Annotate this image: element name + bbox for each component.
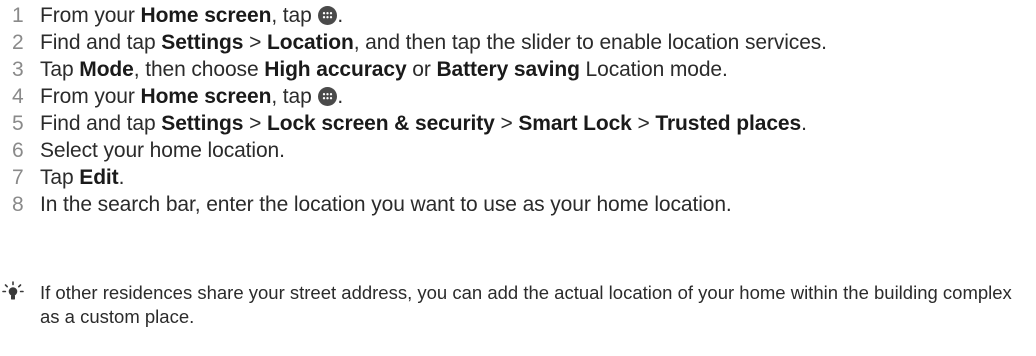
- step-item: 5 Find and tap Settings > Lock screen & s…: [0, 110, 1036, 137]
- step-item: 8 In the search bar, enter the location y…: [0, 191, 1036, 218]
- step-fragment: In the search bar, enter the location yo…: [40, 193, 732, 216]
- step-text: In the search bar, enter the location yo…: [40, 191, 1036, 218]
- step-keyword: Lock screen & security: [266, 112, 495, 135]
- step-number: 8: [12, 193, 24, 216]
- step-keyword: Settings: [161, 112, 244, 135]
- step-number: 3: [12, 58, 24, 81]
- step-keyword: Edit: [79, 166, 119, 189]
- step-text: From your Home screen, tap .: [40, 83, 1036, 110]
- step-fragment: From your: [40, 85, 141, 108]
- step-number: 1: [12, 4, 24, 27]
- step-text: From your Home screen, tap .: [40, 2, 1036, 29]
- step-number: 2: [12, 31, 24, 54]
- step-fragment: >: [243, 112, 267, 135]
- step-fragment: >: [494, 112, 519, 135]
- step-item: 3 Tap Mode, then choose High accuracy or …: [0, 56, 1036, 83]
- step-fragment: Find and tap: [40, 112, 162, 135]
- lightbulb-icon: [0, 281, 40, 308]
- step-fragment: Find and tap: [40, 31, 162, 54]
- step-keyword: Home screen: [140, 85, 272, 108]
- step-fragment: , tap: [271, 4, 318, 27]
- step-keyword: Trusted places: [655, 112, 802, 135]
- step-keyword: High accuracy: [264, 58, 407, 81]
- step-fragment: Tap: [40, 166, 80, 189]
- step-keyword: Location: [266, 31, 354, 54]
- step-keyword: Mode: [79, 58, 134, 81]
- apps-icon: [318, 6, 338, 25]
- apps-icon: [318, 87, 338, 106]
- step-fragment: .: [801, 112, 807, 135]
- step-number: 6: [12, 139, 24, 162]
- step-text: Select your home location.: [40, 137, 1036, 164]
- step-keyword: Home screen: [140, 4, 272, 27]
- step-keyword: Settings: [161, 31, 244, 54]
- step-fragment: Select your home location.: [40, 139, 285, 162]
- step-fragment: , then choose: [133, 58, 265, 81]
- step-fragment: , and then tap the slider to enable loca…: [353, 31, 827, 54]
- step-fragment: .: [337, 4, 344, 27]
- step-text: Tap Mode, then choose High accuracy or B…: [40, 56, 1036, 83]
- steps-list: 1 From your Home screen, tap . 2 Find and t…: [0, 2, 1036, 218]
- step-fragment: >: [631, 112, 656, 135]
- step-item: 4 From your Home screen, tap .: [0, 83, 1036, 110]
- step-fragment: Location mode.: [579, 58, 728, 81]
- tip-text: If other residences share your street ad…: [40, 282, 1012, 327]
- step-number: 5: [12, 112, 24, 135]
- step-number: 7: [12, 166, 24, 189]
- step-keyword: Smart Lock: [518, 112, 632, 135]
- step-item: 7 Tap Edit.: [0, 164, 1036, 191]
- step-fragment: From your: [40, 4, 141, 27]
- step-number: 4: [12, 85, 24, 108]
- step-fragment: or: [406, 58, 437, 81]
- step-fragment: Tap: [40, 58, 80, 81]
- step-fragment: .: [337, 85, 344, 108]
- step-text: Find and tap Settings > Location, and th…: [40, 29, 1036, 56]
- step-item: 6 Select your home location.: [0, 137, 1036, 164]
- step-text: Tap Edit.: [40, 164, 1036, 191]
- step-fragment: , tap: [271, 85, 318, 108]
- step-item: 2 Find and tap Settings > Location, and t…: [0, 29, 1036, 56]
- step-item: 1 From your Home screen, tap .: [0, 2, 1036, 29]
- step-fragment: .: [118, 166, 125, 189]
- step-text: Find and tap Settings > Lock screen & se…: [40, 110, 1036, 137]
- tip-note: If other residences share your street ad…: [0, 281, 1036, 329]
- step-fragment: >: [243, 31, 267, 54]
- step-keyword: Battery saving: [436, 58, 580, 81]
